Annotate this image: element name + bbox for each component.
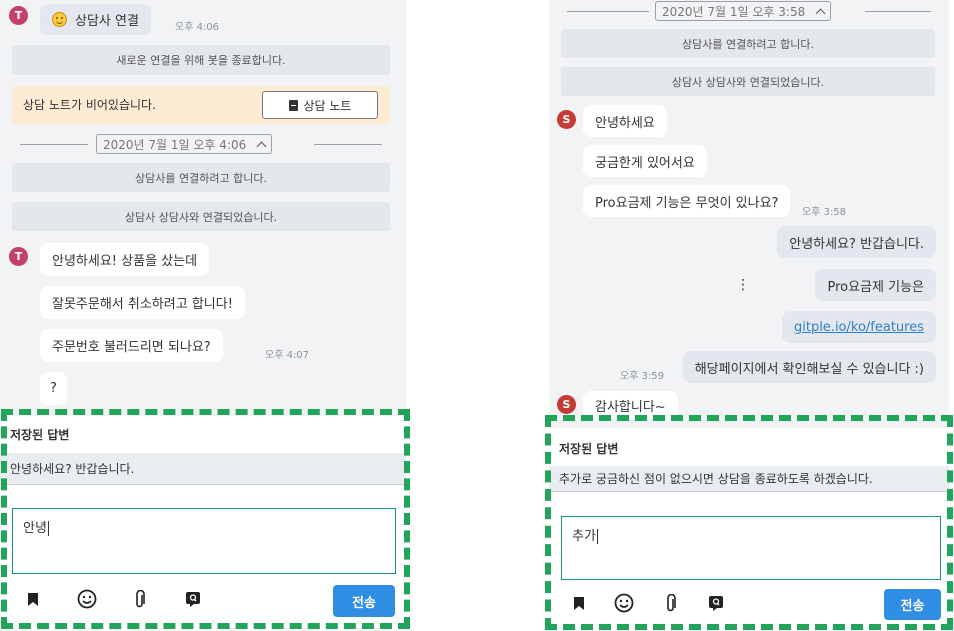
- message-bubble: ?: [40, 372, 67, 405]
- send-button[interactable]: 전송: [333, 585, 395, 617]
- message-input[interactable]: 추가: [561, 516, 941, 580]
- saved-replies-title: 저장된 답변: [549, 430, 949, 466]
- message-bubble: 안녕하세요! 상품을 샀는데: [40, 243, 210, 276]
- emoji-icon[interactable]: [76, 588, 98, 610]
- smile-emoji-icon: [52, 12, 67, 27]
- saved-replies-title: 저장된 답변: [0, 416, 406, 452]
- system-message-bot-end: 새로운 연결을 위해 봇을 종료합니다.: [12, 45, 390, 75]
- message-input-value: 안녕: [23, 521, 47, 536]
- left-chat-panel: T 상담사 연결 오후 4:06 새로운 연결을 위해 봇을 종료합니다. 상담…: [0, 0, 406, 631]
- saved-reply-item[interactable]: 추가로 궁금하신 점이 없으시면 상담을 종료하도록 하겠습니다.: [549, 466, 949, 492]
- message-time: 오후 3:58: [802, 207, 847, 218]
- consult-note-button[interactable]: 상담 노트: [262, 91, 378, 119]
- system-message-connected: 상담사 상담사와 연결되었습니다.: [561, 67, 935, 96]
- agent-message-bubble: Pro요금제 기능은: [815, 269, 936, 301]
- date-divider-text: 2020년 7월 1일 오후 4:06: [103, 137, 247, 152]
- customer-avatar: T: [9, 247, 28, 266]
- right-chat-panel: 2020년 7월 1일 오후 3:58 상담사를 연결하려고 합니다. 상담사 …: [549, 0, 949, 631]
- system-message-connecting: 상담사를 연결하려고 합니다.: [561, 29, 935, 58]
- message-bubble: 안녕하세요: [583, 105, 667, 137]
- customer-avatar: S: [557, 110, 576, 129]
- message-bubble: 궁금한게 있어서요: [583, 145, 707, 177]
- greeting-bubble: 상담사 연결: [40, 4, 151, 35]
- chevron-up-icon: [256, 141, 267, 151]
- system-message-connecting: 상담사를 연결하려고 합니다.: [12, 163, 390, 192]
- system-message-connected: 상담사 상담사와 연결되었습니다.: [12, 202, 390, 231]
- agent-link-bubble[interactable]: gitple.io/ko/features: [781, 311, 936, 343]
- customer-avatar: T: [9, 6, 28, 25]
- composer-toolbar: [568, 592, 728, 622]
- agent-message-bubble: 안녕하세요? 반갑습니다.: [777, 226, 936, 258]
- saved-reply-icon[interactable]: [182, 588, 204, 610]
- date-divider: 2020년 7월 1일 오후 3:58: [567, 1, 931, 21]
- saved-reply-item[interactable]: 안녕하세요? 반갑습니다.: [0, 453, 406, 485]
- chevron-up-icon: [815, 8, 826, 18]
- send-button[interactable]: 전송: [884, 589, 941, 620]
- paperclip-icon[interactable]: [129, 588, 151, 610]
- message-input[interactable]: 안녕: [12, 508, 396, 574]
- consult-note-banner: 상담 노트가 비어있습니다. 상담 노트: [12, 86, 390, 124]
- greeting-text: 상담사 연결: [75, 14, 139, 29]
- saved-reply-icon[interactable]: [705, 592, 727, 614]
- bookmark-icon[interactable]: [568, 592, 590, 614]
- message-bubble: 주문번호 불러드리면 되나요?: [40, 329, 223, 362]
- message-input-value: 추가: [572, 529, 596, 544]
- date-divider-text: 2020년 7월 1일 오후 3:58: [662, 4, 806, 19]
- date-divider-toggle[interactable]: 2020년 7월 1일 오후 3:58: [655, 1, 832, 21]
- agent-message-bubble: 해당페이지에서 확인해보실 수 있습니다 :): [682, 351, 936, 383]
- note-icon: [288, 99, 298, 111]
- message-time: 오후 3:59: [620, 371, 665, 382]
- message-bubble: 감사합니다~: [583, 391, 678, 419]
- emoji-icon[interactable]: [613, 592, 635, 614]
- date-divider-toggle[interactable]: 2020년 7월 1일 오후 4:06: [96, 134, 273, 154]
- message-bubble: Pro요금제 기능은 무엇이 있나요?: [583, 185, 791, 217]
- consult-note-label: 상담 노트: [303, 98, 352, 113]
- date-divider: 2020년 7월 1일 오후 4:06: [20, 134, 382, 154]
- customer-avatar: S: [557, 395, 576, 414]
- more-vertical-icon[interactable]: ⋮: [736, 277, 750, 293]
- greeting-time: 오후 4:06: [175, 22, 220, 33]
- note-empty-text: 상담 노트가 비어있습니다.: [23, 98, 156, 112]
- message-time: 오후 4:07: [265, 350, 310, 361]
- bookmark-icon[interactable]: [22, 588, 44, 610]
- paperclip-icon[interactable]: [660, 592, 682, 614]
- message-bubble: 잘못주문해서 취소하려고 합니다!: [40, 286, 245, 319]
